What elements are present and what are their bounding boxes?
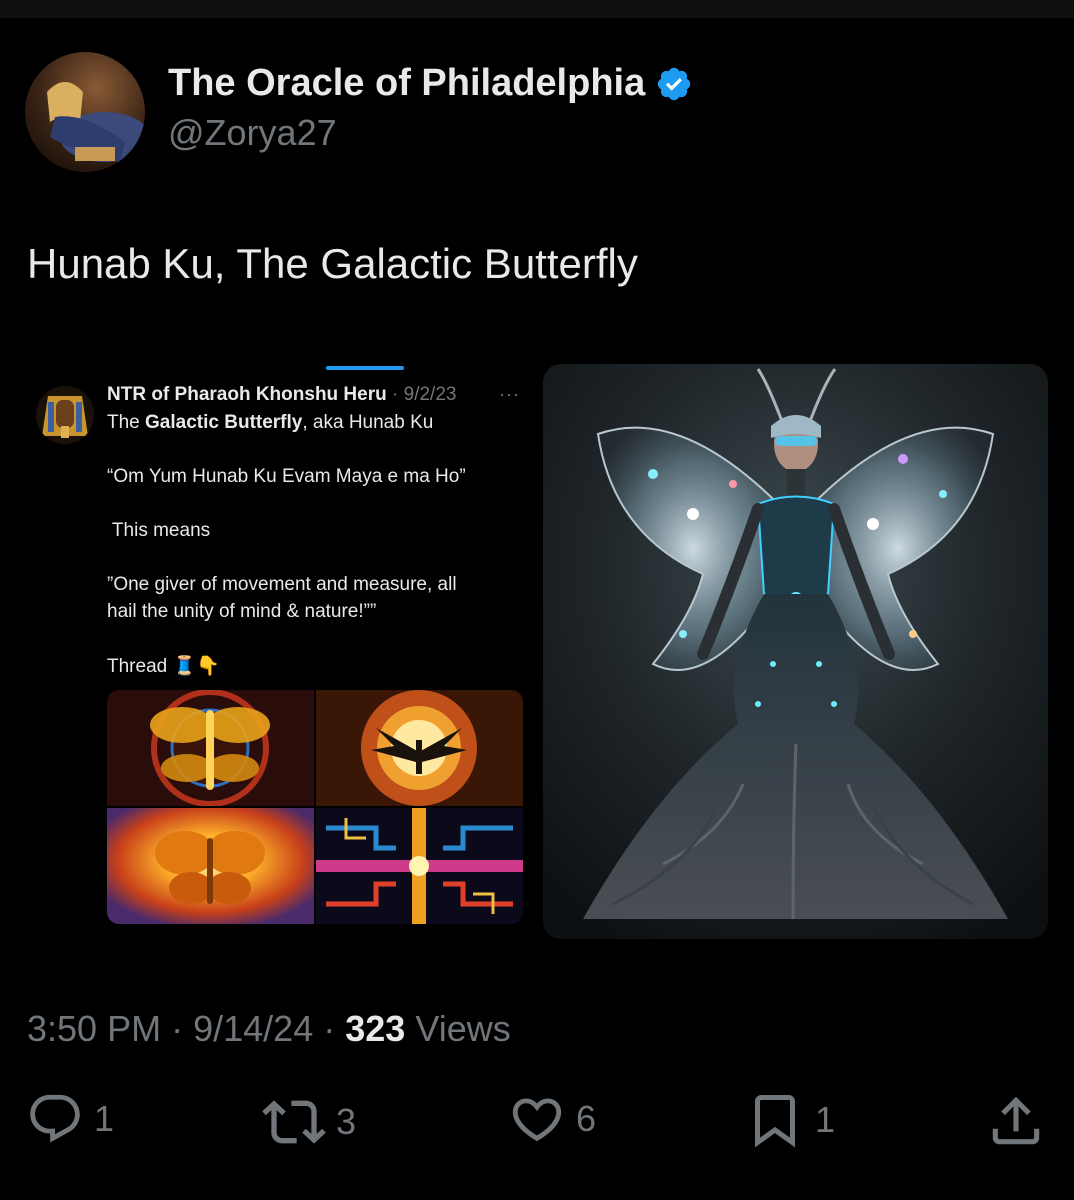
- tweet-date[interactable]: 9/14/24: [193, 1008, 313, 1049]
- embedded-post-date: · 9/2/23: [392, 384, 457, 405]
- grid-image-3: [107, 808, 314, 924]
- embedded-line-2: “Om Yum Hunab Ku Evam Maya e ma Ho”: [107, 466, 466, 487]
- views-count: 323: [345, 1008, 406, 1049]
- reply-count: 1: [94, 1098, 115, 1139]
- embedded-line-4: ”One giver of movement and measure, all: [107, 574, 457, 595]
- carousel-indicator: [326, 366, 404, 370]
- bookmark-count: 1: [815, 1099, 836, 1140]
- embedded-line-1-prefix: The: [107, 412, 146, 433]
- grid-image-4: [316, 808, 523, 924]
- embedded-post-header: NTR of Pharaoh Khonshu Heru · 9/2/23: [107, 384, 456, 406]
- views-label: Views: [415, 1008, 511, 1049]
- author-display-name[interactable]: The Oracle of Philadelphia: [168, 62, 693, 105]
- action-bar: 1 3 6 1: [0, 1090, 1074, 1160]
- grid-image-2: [316, 690, 523, 806]
- tweet-main-image[interactable]: [543, 364, 1048, 939]
- embedded-line-1: The Galactic Butterfly, aka Hunab Ku: [107, 412, 433, 434]
- status-strip: [0, 0, 1074, 18]
- like-button[interactable]: 6: [508, 1090, 596, 1148]
- embedded-line-5: hail the unity of mind & nature!””: [107, 601, 377, 622]
- tweet-text: Hunab Ku, The Galactic Butterfly: [27, 240, 638, 287]
- embedded-author-name: NTR of Pharaoh Khonshu Heru: [107, 384, 387, 405]
- embedded-author-avatar: [36, 386, 94, 444]
- like-icon: [512, 1098, 562, 1142]
- embedded-image-grid: [107, 690, 523, 924]
- like-count: 6: [576, 1098, 597, 1139]
- embedded-post-image[interactable]: NTR of Pharaoh Khonshu Heru · 9/2/23 ···…: [26, 362, 536, 942]
- embedded-line-1-suffix: , aka Hunab Ku: [302, 412, 434, 433]
- author-handle[interactable]: @Zorya27: [168, 112, 337, 154]
- embedded-line-1-bold: Galactic Butterfly: [145, 412, 303, 433]
- embedded-more-icon: ···: [499, 384, 520, 404]
- meta-separator-1: ·: [171, 1008, 184, 1049]
- embedded-line-6: Thread 🧵👇: [107, 656, 220, 677]
- tweet-time[interactable]: 3:50 PM: [27, 1008, 161, 1049]
- repost-icon: [262, 1100, 326, 1144]
- repost-count: 3: [336, 1101, 357, 1142]
- author-name-text[interactable]: The Oracle of Philadelphia: [168, 62, 645, 105]
- embedded-line-3: This means: [107, 520, 211, 541]
- repost-button[interactable]: 3: [262, 1090, 356, 1154]
- bookmark-icon: [755, 1095, 795, 1148]
- meta-separator-2: ·: [323, 1008, 336, 1049]
- tweet-meta: 3:50 PM · 9/14/24 · 323 Views: [27, 1008, 511, 1050]
- bookmark-button[interactable]: 1: [745, 1090, 835, 1150]
- grid-image-1: [107, 690, 314, 807]
- author-avatar[interactable]: [25, 52, 145, 172]
- verified-badge-icon[interactable]: [655, 65, 693, 103]
- reply-button[interactable]: 1: [26, 1090, 114, 1148]
- reply-icon: [30, 1094, 80, 1143]
- share-button[interactable]: [985, 1090, 1047, 1152]
- share-icon: [992, 1096, 1040, 1145]
